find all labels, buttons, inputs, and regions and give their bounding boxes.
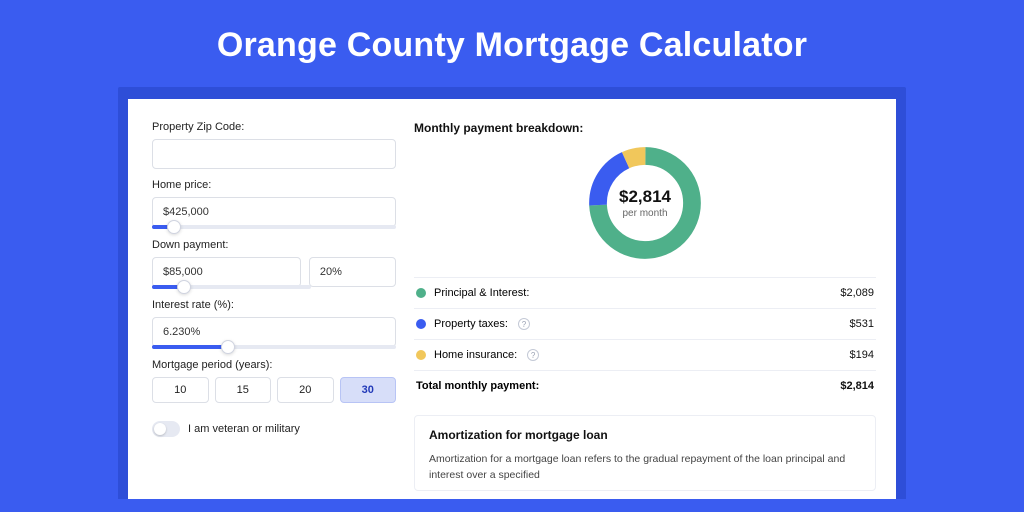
period-btn-10[interactable]: 10: [152, 377, 209, 403]
breakdown-label: Property taxes:: [434, 318, 508, 330]
donut-sub: per month: [622, 208, 667, 219]
interest-rate-input[interactable]: [152, 317, 396, 347]
breakdown-row-insurance: Home insurance:? $194: [414, 340, 876, 371]
amortization-body: Amortization for a mortgage loan refers …: [429, 452, 861, 484]
down-payment-label: Down payment:: [152, 239, 396, 251]
interest-rate-slider[interactable]: [152, 345, 396, 349]
zip-input[interactable]: [152, 139, 396, 169]
home-price-slider-thumb[interactable]: [167, 220, 181, 234]
interest-rate-slider-fill: [152, 345, 228, 349]
veteran-toggle-knob: [154, 423, 166, 435]
mortgage-period-label: Mortgage period (years):: [152, 359, 396, 371]
breakdown-panel: Monthly payment breakdown: $2,814 per mo…: [414, 121, 876, 483]
legend-dot-insurance: [416, 350, 426, 360]
calculator-card: Property Zip Code: Home price: Down paym…: [128, 99, 896, 499]
down-payment-slider[interactable]: [152, 285, 311, 289]
veteran-row: I am veteran or military: [152, 421, 396, 437]
breakdown-row-principal: Principal & Interest: $2,089: [414, 278, 876, 309]
legend-dot-taxes: [416, 319, 426, 329]
home-price-input[interactable]: [152, 197, 396, 227]
field-mortgage-period: Mortgage period (years): 10152030: [152, 359, 396, 403]
amortization-card: Amortization for mortgage loan Amortizat…: [414, 415, 876, 491]
card-shadow: Property Zip Code: Home price: Down paym…: [118, 87, 906, 499]
home-price-label: Home price:: [152, 179, 396, 191]
down-payment-amount-input[interactable]: [152, 257, 301, 287]
total-value: $2,814: [840, 380, 874, 392]
legend-dot-principal: [416, 288, 426, 298]
field-down-payment: Down payment:: [152, 239, 396, 289]
amortization-title: Amortization for mortgage loan: [429, 428, 861, 442]
breakdown-value: $2,089: [840, 287, 874, 299]
veteran-toggle[interactable]: [152, 421, 180, 437]
info-icon[interactable]: ?: [518, 318, 530, 330]
breakdown-value: $194: [850, 349, 874, 361]
donut-wrap: $2,814 per month: [414, 141, 876, 265]
period-btn-30[interactable]: 30: [340, 377, 397, 403]
info-icon[interactable]: ?: [527, 349, 539, 361]
breakdown-row-taxes: Property taxes:? $531: [414, 309, 876, 340]
down-payment-percent-input[interactable]: [309, 257, 396, 287]
total-label: Total monthly payment:: [416, 380, 539, 392]
field-interest-rate: Interest rate (%):: [152, 299, 396, 349]
interest-rate-label: Interest rate (%):: [152, 299, 396, 311]
breakdown-label: Home insurance:: [434, 349, 517, 361]
breakdown-row-total: Total monthly payment: $2,814: [414, 371, 876, 401]
inputs-panel: Property Zip Code: Home price: Down paym…: [152, 121, 396, 483]
payment-donut-chart: $2,814 per month: [583, 141, 707, 265]
breakdown-rows: Principal & Interest: $2,089 Property taxe…: [414, 277, 876, 401]
field-home-price: Home price:: [152, 179, 396, 229]
period-btn-20[interactable]: 20: [277, 377, 334, 403]
down-payment-slider-thumb[interactable]: [177, 280, 191, 294]
breakdown-title: Monthly payment breakdown:: [414, 121, 876, 135]
breakdown-value: $531: [850, 318, 874, 330]
interest-rate-slider-thumb[interactable]: [221, 340, 235, 354]
donut-amount: $2,814: [619, 187, 671, 207]
period-btn-15[interactable]: 15: [215, 377, 272, 403]
home-price-slider[interactable]: [152, 225, 396, 229]
mortgage-period-options: 10152030: [152, 377, 396, 403]
veteran-label: I am veteran or military: [188, 423, 300, 435]
page-title: Orange County Mortgage Calculator: [0, 0, 1024, 87]
zip-label: Property Zip Code:: [152, 121, 396, 133]
breakdown-label: Principal & Interest:: [434, 287, 529, 299]
field-zip: Property Zip Code:: [152, 121, 396, 169]
